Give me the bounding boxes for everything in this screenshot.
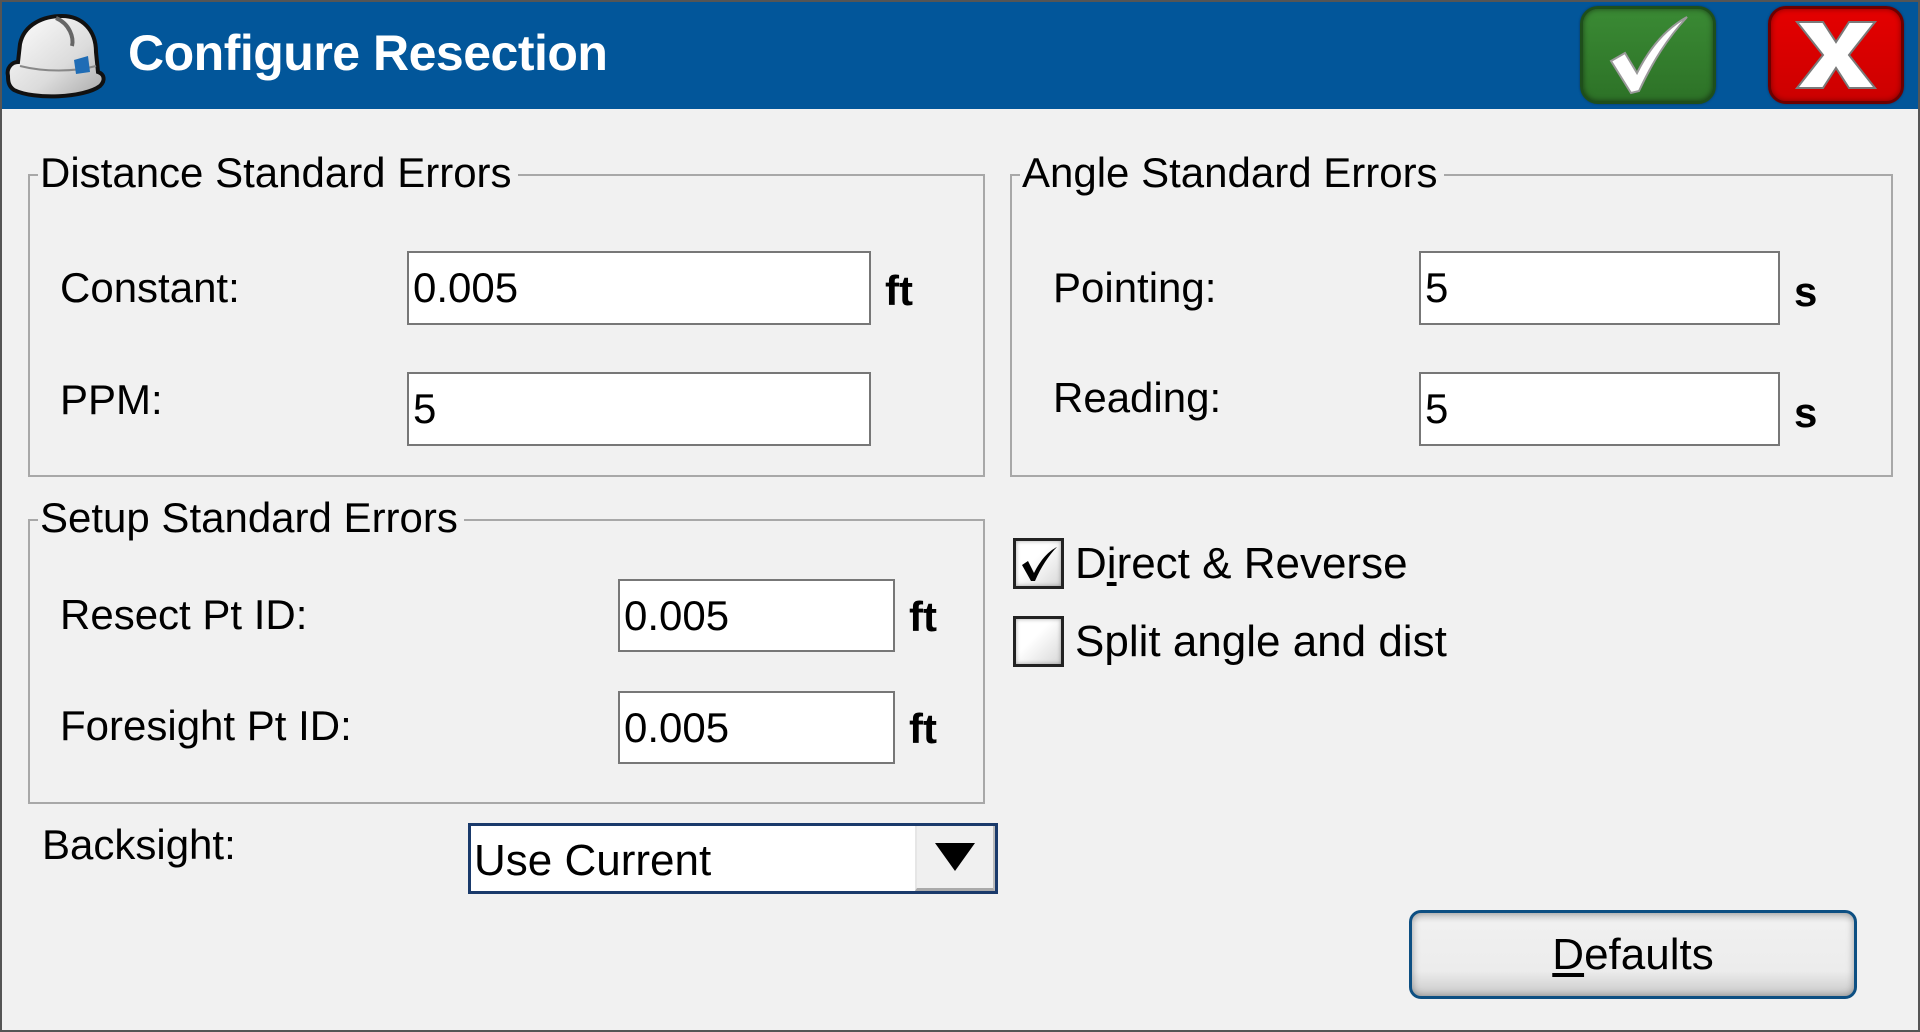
reading-unit: s (1794, 389, 1818, 436)
hard-hat-icon (5, 13, 106, 99)
x-icon (1794, 21, 1878, 89)
group-title: Angle Standard Errors (1020, 149, 1444, 197)
foresight-pt-id-input[interactable] (618, 691, 895, 764)
defaults-button[interactable]: Defaults (1409, 910, 1857, 999)
checkbox-box[interactable] (1013, 616, 1064, 667)
pointing-unit: s (1794, 268, 1818, 315)
resect-pt-id-input[interactable] (618, 579, 895, 652)
direct-reverse-checkbox[interactable]: Direct & Reverse (1013, 538, 1408, 589)
backsight-dropdown[interactable]: Use Current (468, 823, 998, 894)
checkbox-box[interactable] (1013, 538, 1064, 589)
dropdown-arrow-button[interactable] (915, 826, 995, 891)
group-title: Setup Standard Errors (38, 494, 464, 542)
configure-resection-dialog: Configure Resection Distance Standard Er… (0, 0, 1920, 1032)
backsight-label: Backsight: (42, 821, 236, 868)
chevron-down-icon (935, 843, 975, 871)
backsight-selected-value: Use Current (474, 836, 712, 885)
resect-pt-id-unit: ft (909, 593, 937, 640)
checkmark-icon (1609, 16, 1688, 95)
split-angle-dist-checkbox[interactable]: Split angle and dist (1013, 616, 1447, 667)
checkmark-icon (1021, 546, 1057, 581)
dialog-title: Configure Resection (128, 25, 608, 81)
ppm-input[interactable] (407, 372, 871, 446)
defaults-mnemonic: D (1552, 929, 1585, 979)
direct-reverse-label: Direct & Reverse (1075, 538, 1408, 588)
foresight-pt-id-unit: ft (909, 705, 937, 752)
resect-pt-id-label: Resect Pt ID: (60, 591, 308, 638)
constant-unit: ft (885, 267, 913, 314)
ppm-label: PPM: (60, 376, 163, 423)
reading-label: Reading: (1053, 374, 1222, 421)
constant-label: Constant: (60, 264, 240, 311)
foresight-pt-id-label: Foresight Pt ID: (60, 702, 352, 749)
split-angle-dist-label: Split angle and dist (1075, 616, 1447, 666)
reading-input[interactable] (1419, 372, 1780, 446)
pointing-label: Pointing: (1053, 264, 1217, 311)
ok-button[interactable] (1580, 6, 1716, 104)
pointing-input[interactable] (1419, 251, 1780, 325)
group-title: Distance Standard Errors (38, 149, 518, 197)
constant-input[interactable] (407, 251, 871, 325)
title-bar: Configure Resection (2, 2, 1918, 109)
defaults-label: efaults (1584, 929, 1714, 979)
cancel-button[interactable] (1768, 6, 1904, 104)
